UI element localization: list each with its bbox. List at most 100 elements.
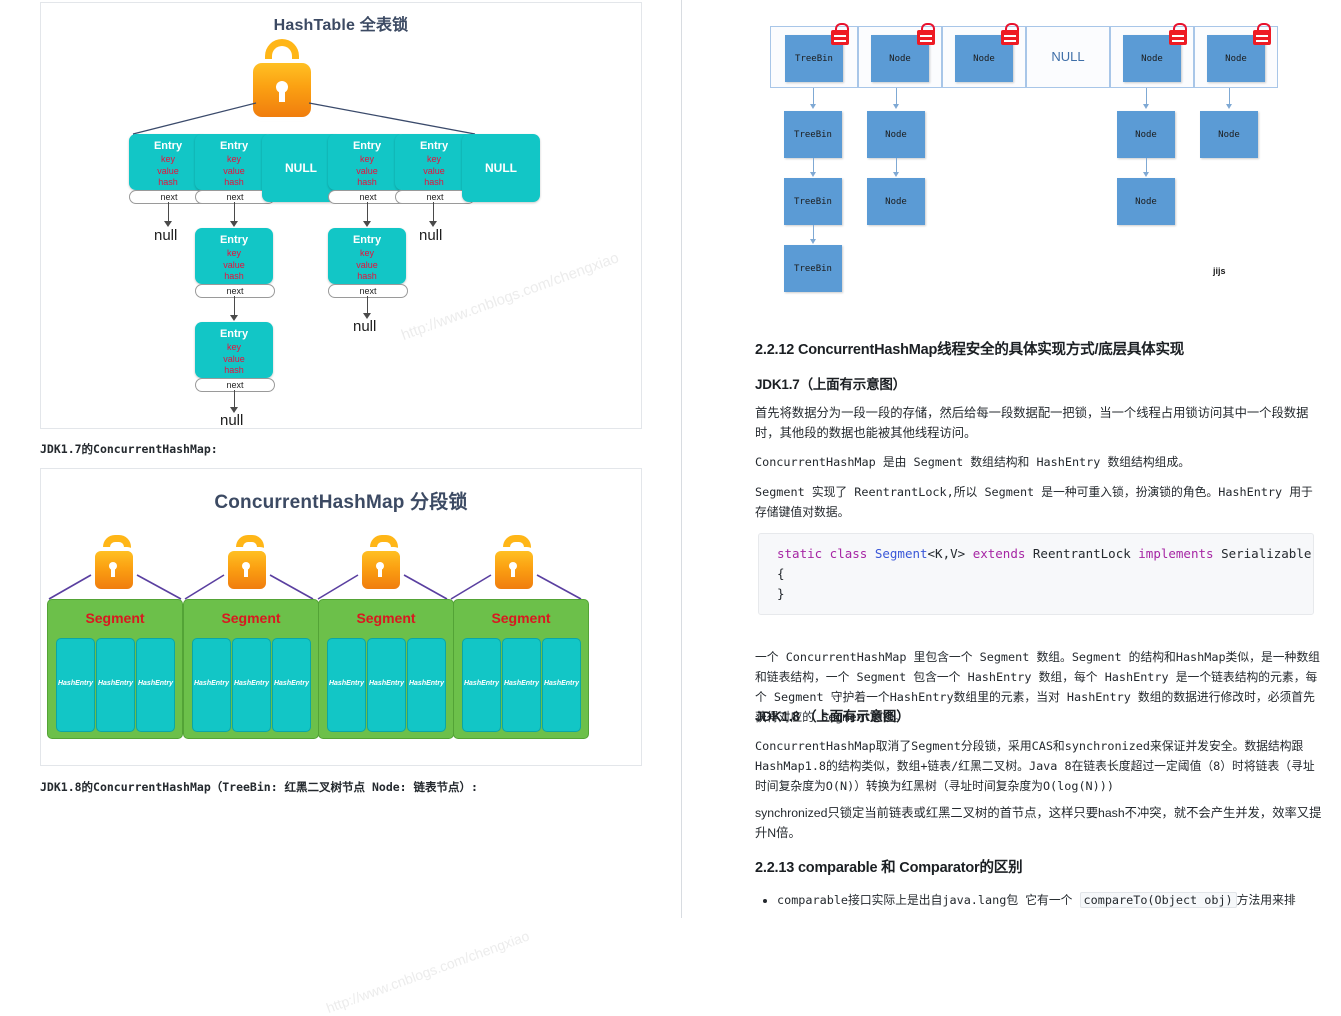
chain-line <box>433 202 434 223</box>
node-label: Node <box>1135 196 1157 207</box>
red-padlock-icon <box>1001 23 1019 45</box>
chain-arrow <box>230 315 238 321</box>
null-terminator: null <box>419 227 443 244</box>
document-page: HashTable 全表锁 http://www.cnblogs.com/che… <box>0 0 1341 1016</box>
entry-field-value: value <box>356 259 378 270</box>
paragraph-6: synchronized只锁定当前链表或红黑二叉树的首节点，这样只要hash不冲… <box>755 806 1322 840</box>
segment-box: Segment HashEntry HashEntry HashEntry <box>183 599 319 739</box>
jdk18-heading: JDK1.8 （上面有示意图） <box>755 709 910 724</box>
watermark-cnblogs: http://www.cnblogs.com/chengxiao <box>399 249 622 344</box>
red-padlock-icon <box>1253 23 1271 45</box>
jdk17-heading: JDK1.7（上面有示意图） <box>755 377 906 392</box>
jdk17-heading-wrap: JDK1.7（上面有示意图） <box>755 373 1323 393</box>
entry-null-label: NULL <box>485 161 517 175</box>
chain-arrow <box>893 104 899 109</box>
node-label: TreeBin <box>795 53 833 64</box>
section-heading-2213-wrap: 2.2.13 comparable 和 Comparator的区别 <box>755 856 1323 877</box>
jdk18-heading-wrap: JDK1.8 （上面有示意图） <box>755 705 1323 725</box>
hashentry-box: HashEntry <box>367 638 406 732</box>
left-column: HashTable 全表锁 http://www.cnblogs.com/che… <box>0 0 681 1016</box>
node-label: TreeBin <box>794 129 832 140</box>
hashentry-label: HashEntry <box>137 680 173 687</box>
node-label: Node <box>1135 129 1157 140</box>
caption-jdk18: JDK1.8的ConcurrentHashMap（TreeBin: 红黑二叉树节… <box>40 780 478 794</box>
code-generic-kv: <K,V> <box>927 546 973 561</box>
next-box: next <box>195 378 275 392</box>
entry-title: Entry <box>352 234 382 246</box>
code-class-segment: Segment <box>874 546 928 561</box>
bucket-row: TreeBin Node Node NULL Node Node <box>770 23 1278 88</box>
entry-title: Entry <box>219 328 249 340</box>
hashentry-label: HashEntry <box>408 680 444 687</box>
bullet-text-before: comparable接口实际上是出自java.lang包 它有一个 <box>777 893 1080 907</box>
entry-box: Entry key value hash <box>328 228 406 284</box>
entry-field-hash: hash <box>224 271 244 281</box>
entry-box-null: NULL <box>462 134 540 202</box>
node-box: TreeBin <box>784 111 842 158</box>
code-keyword-static-class: static class <box>777 546 875 561</box>
hashentry-label: HashEntry <box>503 680 539 687</box>
paragraph-2-wrap: ConcurrentHashMap 是由 Segment 数组结构和 HashE… <box>755 452 1323 472</box>
entry-field-key: key <box>226 248 241 258</box>
null-terminator: null <box>220 412 244 429</box>
chain-arrow <box>1143 172 1149 177</box>
hashentry-box: HashEntry <box>502 638 541 732</box>
code-type-reentrantlock: ReentrantLock <box>1032 546 1139 561</box>
segment-label: Segment <box>356 610 416 626</box>
chain-line <box>367 202 368 223</box>
entry-field-key: key <box>426 154 441 164</box>
node-box: Node <box>1200 111 1258 158</box>
red-padlock-icon <box>831 23 849 45</box>
chain-line <box>234 296 235 317</box>
node-box: Node <box>1117 178 1175 225</box>
entry-box: Entry key value hash <box>195 228 273 284</box>
chain-arrow <box>810 172 816 177</box>
paragraph-1: 首先将数据分为一段一段的存储，然后给每一段数据配一把锁，当一个线程占用锁访问其中… <box>755 406 1309 440</box>
node-box: TreeBin <box>784 178 842 225</box>
entry-title: Entry <box>219 234 249 246</box>
figure-jdk18: TreeBin Node Node NULL Node Node TreeBin… <box>748 8 1336 292</box>
chain-arrow <box>230 221 238 227</box>
code-line-3: } <box>777 586 785 601</box>
paragraph-1-wrap: 首先将数据分为一段一段的存储，然后给每一段数据配一把锁，当一个线程占用锁访问其中… <box>755 403 1323 443</box>
node-box: Node <box>867 111 925 158</box>
null-label: NULL <box>1051 49 1085 64</box>
paragraph-5: ConcurrentHashMap取消了Segment分段锁，采用CAS和syn… <box>755 739 1315 793</box>
entry-field-hash: hash <box>158 177 178 187</box>
code-keyword-extends: extends <box>972 546 1033 561</box>
hashentry-box: HashEntry <box>96 638 135 732</box>
bucket-cell: Node <box>858 23 942 88</box>
entry-field-key: key <box>160 154 175 164</box>
next-box: next <box>328 284 408 298</box>
node-label: Node <box>885 196 907 207</box>
paragraph-2: ConcurrentHashMap 是由 Segment 数组结构和 HashE… <box>755 455 1191 469</box>
node-box: Node <box>1117 111 1175 158</box>
entry-field-hash: hash <box>357 177 377 187</box>
caption-jdk17: JDK1.7的ConcurrentHashMap: <box>40 442 218 456</box>
node-label: TreeBin <box>794 196 832 207</box>
section-heading-2213: 2.2.13 comparable 和 Comparator的区别 <box>755 860 1023 876</box>
chain-arrow <box>893 172 899 177</box>
chain-arrow <box>1226 104 1232 109</box>
code-block: static class Segment<K,V> extends Reentr… <box>758 533 1314 615</box>
hashentry-label: HashEntry <box>463 680 499 687</box>
chain-arrow <box>363 221 371 227</box>
segment-box: Segment HashEntry HashEntry HashEntry <box>453 599 589 739</box>
entry-fields: key value hash <box>328 248 406 283</box>
code-line-2: { <box>777 566 785 581</box>
paragraph-6-wrap: synchronized只锁定当前链表或红黑二叉树的首节点，这样只要hash不冲… <box>755 803 1323 843</box>
figure-segments: ConcurrentHashMap 分段锁 http://www.cnblogs… <box>40 468 642 1016</box>
segment-box: Segment HashEntry HashEntry HashEntry <box>318 599 454 739</box>
inline-code-compareto: compareTo(Object obj) <box>1079 892 1237 908</box>
entry-field-value: value <box>157 165 179 176</box>
node-label: TreeBin <box>794 263 832 274</box>
node-label: Node <box>973 53 995 64</box>
segment-label: Segment <box>221 610 281 626</box>
segment-label: Segment <box>85 610 145 626</box>
node-label: Node <box>1218 129 1240 140</box>
hashentry-box: HashEntry <box>192 638 231 732</box>
red-padlock-icon <box>917 23 935 45</box>
red-padlock-icon <box>1169 23 1187 45</box>
hashentry-box: HashEntry <box>542 638 581 732</box>
hashentry-box: HashEntry <box>327 638 366 732</box>
